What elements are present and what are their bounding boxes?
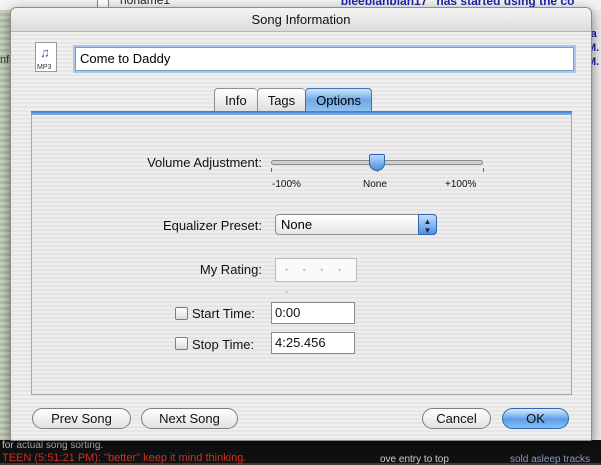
tab-tags[interactable]: Tags bbox=[256, 88, 306, 112]
tab-options[interactable]: Options bbox=[305, 88, 372, 112]
stop-time-checkbox[interactable] bbox=[175, 337, 188, 350]
ok-button[interactable]: OK bbox=[502, 408, 569, 429]
next-song-button[interactable]: Next Song bbox=[141, 408, 238, 429]
start-time-label: Start Time: bbox=[192, 306, 255, 321]
equalizer-label: Equalizer Preset: bbox=[163, 218, 262, 233]
background-chat-window: for actual song sorting. TEEN (5:51:21 P… bbox=[0, 440, 601, 465]
song-information-window: Song Information ♫ MP3 Come to Daddy Inf… bbox=[10, 7, 592, 441]
background-chat-line: TEEN (5:51:21 PM): "better" keep it mind… bbox=[2, 452, 247, 464]
options-panel: Volume Adjustment: -100% None +100% Equa… bbox=[31, 115, 572, 395]
stop-time-label: Stop Time: bbox=[192, 337, 255, 352]
music-note-icon: ♫ bbox=[40, 45, 50, 60]
volume-tick bbox=[271, 168, 272, 172]
start-time-checkbox[interactable] bbox=[175, 307, 188, 320]
file-type-label: MP3 bbox=[37, 64, 52, 71]
volume-label: Volume Adjustment: bbox=[147, 155, 262, 170]
tab-bar: Info Tags Options bbox=[214, 88, 372, 112]
volume-tick-label: -100% bbox=[272, 179, 301, 190]
equalizer-value: None bbox=[281, 217, 313, 232]
mp3-file-icon: ♫ MP3 bbox=[35, 42, 57, 72]
volume-slider-thumb[interactable] bbox=[369, 154, 385, 171]
volume-tick-label: +100% bbox=[445, 179, 477, 190]
prev-song-button[interactable]: Prev Song bbox=[32, 408, 131, 429]
rating-label: My Rating: bbox=[199, 262, 262, 277]
start-time-field[interactable]: 0:00 bbox=[271, 302, 355, 324]
rating-stars[interactable]: • • • • • bbox=[275, 258, 357, 297]
background-chat-line: sold asleep tracks bbox=[510, 454, 591, 465]
volume-tick bbox=[483, 168, 484, 172]
equalizer-select[interactable]: None ▲ ▼ bbox=[275, 214, 437, 235]
window-title[interactable]: Song Information bbox=[11, 8, 591, 32]
volume-tick-label: None bbox=[363, 179, 387, 190]
stop-time-field[interactable]: 4:25.456 bbox=[271, 332, 355, 354]
cancel-button[interactable]: Cancel bbox=[422, 408, 491, 429]
updown-arrows-icon: ▲ ▼ bbox=[418, 214, 437, 235]
background-list-item: noname1 bbox=[120, 0, 171, 7]
background-chat-line: for actual song sorting. bbox=[2, 440, 104, 451]
background-chat-line: ove entry to top bbox=[380, 454, 449, 465]
song-title-input[interactable]: Come to Daddy bbox=[75, 47, 574, 71]
tab-info[interactable]: Info bbox=[214, 88, 257, 112]
